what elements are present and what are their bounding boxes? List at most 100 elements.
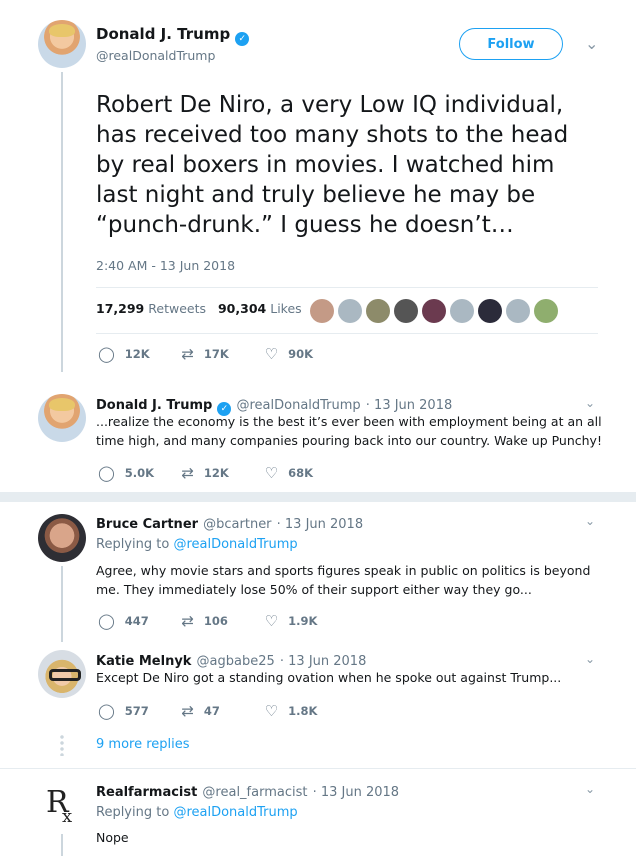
- replying-to-link[interactable]: @realDonaldTrump: [173, 805, 297, 820]
- avatar[interactable]: [38, 20, 86, 68]
- like-icon: ♡: [264, 612, 279, 630]
- author-handle[interactable]: @realDonaldTrump: [236, 398, 360, 413]
- author-handle[interactable]: @agbabe25: [197, 654, 275, 669]
- liker-avatar[interactable]: [506, 299, 530, 323]
- thread-line: [61, 834, 63, 856]
- tweet-date[interactable]: · 13 Jun 2018: [366, 398, 452, 413]
- reply-icon: ◯: [98, 464, 115, 482]
- like-icon: ♡: [264, 702, 279, 720]
- reply-action[interactable]: ◯ 577: [98, 704, 171, 719]
- replying-label: Replying to: [96, 537, 170, 552]
- avatar[interactable]: R x: [38, 780, 86, 828]
- thread-line: [61, 566, 63, 642]
- reply-action[interactable]: ◯ 12K: [98, 347, 171, 362]
- retweet-icon: ⇄: [181, 702, 194, 720]
- liker-avatar[interactable]: [394, 299, 418, 323]
- author-name[interactable]: Donald J. Trump: [96, 398, 212, 413]
- tweet-date[interactable]: · 13 Jun 2018: [313, 785, 399, 800]
- retweet-icon: ⇄: [181, 612, 194, 630]
- retweet-count: 17K: [203, 347, 229, 361]
- likes-label: Likes: [270, 301, 302, 316]
- author-name[interactable]: Donald J. Trump: [96, 25, 230, 43]
- liker-avatar[interactable]: [478, 299, 502, 323]
- retweet-count: 12K: [203, 466, 229, 480]
- divider: [0, 768, 636, 769]
- like-action[interactable]: ♡ 90K: [265, 347, 338, 362]
- reply-icon: ◯: [98, 612, 115, 630]
- liker-avatar[interactable]: [338, 299, 362, 323]
- likers-avatars: [310, 299, 570, 323]
- avatar[interactable]: [38, 514, 86, 562]
- reply-count: 5.0K: [124, 466, 155, 480]
- retweet-action[interactable]: ⇄ 106: [181, 614, 254, 629]
- reply-action[interactable]: ◯ 447: [98, 614, 171, 629]
- section-divider: [0, 492, 636, 502]
- retweets-count[interactable]: 17,299: [96, 301, 144, 316]
- thread-line: [61, 72, 63, 372]
- thread-dots: [60, 734, 64, 756]
- retweet-action[interactable]: ⇄ 47: [181, 704, 254, 719]
- reply-count: 12K: [124, 347, 150, 361]
- tweet-timestamp[interactable]: 2:40 AM - 13 Jun 2018: [96, 258, 235, 273]
- reply-count: 577: [124, 704, 149, 718]
- chevron-down-icon[interactable]: ⌄: [585, 782, 595, 796]
- author-name[interactable]: Bruce Cartner: [96, 517, 198, 532]
- retweet-action[interactable]: ⇄ 17K: [181, 347, 254, 362]
- tweet-text: Nope: [96, 830, 129, 845]
- retweet-action[interactable]: ⇄ 12K: [181, 466, 254, 481]
- avatar[interactable]: [38, 650, 86, 698]
- rx-logo-icon: R x: [46, 785, 72, 826]
- tweet-text: Except De Niro got a standing ovation wh…: [96, 670, 562, 685]
- author-name[interactable]: Realfarmacist: [96, 785, 197, 800]
- follow-button[interactable]: Follow: [459, 28, 563, 60]
- divider: [96, 333, 598, 334]
- tweet-date[interactable]: · 13 Jun 2018: [280, 654, 366, 669]
- chevron-down-icon[interactable]: ⌄: [585, 652, 595, 666]
- tweet-actions: ◯ 577 ⇄ 47 ♡ 1.8K: [98, 704, 338, 719]
- liker-avatar[interactable]: [450, 299, 474, 323]
- tweet-actions: ◯ 447 ⇄ 106 ♡ 1.9K: [98, 614, 338, 629]
- reply-count: 447: [124, 614, 149, 628]
- liker-avatar[interactable]: [310, 299, 334, 323]
- divider: [96, 287, 598, 288]
- tweet-actions: ◯ 5.0K ⇄ 12K ♡ 68K: [98, 466, 338, 481]
- retweet-icon: ⇄: [181, 345, 194, 363]
- liker-avatar[interactable]: [422, 299, 446, 323]
- author-handle[interactable]: @bcartner: [203, 517, 271, 532]
- tweet-date[interactable]: · 13 Jun 2018: [277, 517, 363, 532]
- retweet-count: 47: [203, 704, 220, 718]
- replying-to-link[interactable]: @realDonaldTrump: [173, 537, 297, 552]
- retweet-count: 106: [203, 614, 228, 628]
- like-count: 1.9K: [288, 614, 318, 628]
- svg-text:x: x: [62, 806, 72, 826]
- chevron-down-icon[interactable]: ⌄: [585, 396, 595, 410]
- more-replies-link[interactable]: 9 more replies: [96, 737, 190, 752]
- reply-icon: ◯: [98, 702, 115, 720]
- author-handle[interactable]: @real_farmacist: [202, 785, 307, 800]
- liker-avatar[interactable]: [366, 299, 390, 323]
- verified-icon: ✓: [235, 32, 250, 46]
- author-name[interactable]: Katie Melnyk: [96, 654, 191, 669]
- likes-count[interactable]: 90,304: [218, 301, 266, 316]
- like-count: 68K: [288, 466, 314, 480]
- tweet-text: Robert De Niro, a very Low IQ individual…: [96, 92, 569, 238]
- tweet-text: ...realize the economy is the best it’s …: [96, 414, 602, 448]
- like-icon: ♡: [264, 464, 279, 482]
- like-action[interactable]: ♡ 1.9K: [265, 614, 338, 629]
- chevron-down-icon[interactable]: ⌄: [585, 34, 598, 53]
- chevron-down-icon[interactable]: ⌄: [585, 514, 595, 528]
- reply-action[interactable]: ◯ 5.0K: [98, 466, 171, 481]
- reply-icon: ◯: [98, 345, 115, 363]
- like-action[interactable]: ♡ 1.8K: [265, 704, 338, 719]
- author-handle[interactable]: @realDonaldTrump: [96, 48, 215, 63]
- tweet-text: Agree, why movie stars and sports figure…: [96, 563, 591, 597]
- avatar[interactable]: [38, 394, 86, 442]
- replying-label: Replying to: [96, 805, 170, 820]
- stats-row: 17,299 Retweets 90,304 Likes: [96, 301, 302, 316]
- tweet-actions: ◯ 12K ⇄ 17K ♡ 90K: [98, 347, 338, 362]
- follow-label: Follow: [487, 36, 535, 52]
- liker-avatar[interactable]: [534, 299, 558, 323]
- like-action[interactable]: ♡ 68K: [265, 466, 338, 481]
- like-count: 90K: [288, 347, 314, 361]
- like-icon: ♡: [264, 345, 279, 363]
